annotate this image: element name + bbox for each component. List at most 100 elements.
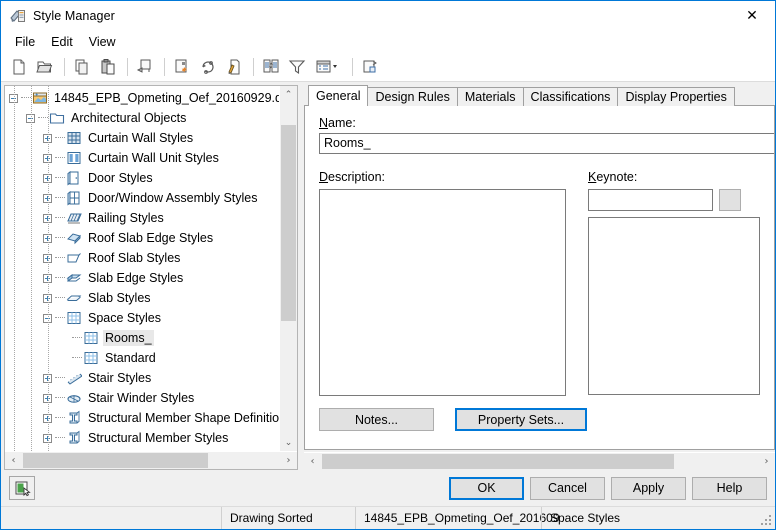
detail-scroll-left-icon[interactable]: ‹ [304,453,321,470]
tree-item[interactable]: Curtain Wall Styles [5,128,279,148]
tree-item-label: Roof Slab Styles [88,251,181,265]
tree-connector [38,117,48,119]
tree-item[interactable]: 14845_EPB_Opmeting_Oef_20160929.dwg [5,88,279,108]
tree-horizontal-scrollbar[interactable]: ‹ › [5,451,297,469]
space-icon [66,310,82,326]
dialog-body: 14845_EPB_Opmeting_Oef_20160929.dwg Archi… [1,82,775,470]
property-sets-button[interactable]: Property Sets... [455,408,587,431]
tab-classifications[interactable]: Classifications [522,87,619,106]
tree-item[interactable]: Curtain Wall Unit Styles [5,148,279,168]
purge-styles-icon[interactable] [196,55,220,79]
tree-item[interactable]: Rooms_ [5,328,279,348]
tree-item[interactable]: Stair Styles [5,368,279,388]
menu-view[interactable]: View [81,33,124,51]
apply-button[interactable]: Apply [611,476,686,500]
tree-item-label: Architectural Objects [71,111,187,125]
hscroll-track[interactable] [22,452,280,469]
tree-item[interactable]: Railing Styles [5,208,279,228]
style-tree-panel: 14845_EPB_Opmeting_Oef_20160929.dwg Archi… [4,85,298,470]
tree-item[interactable]: Roof Slab Edge Styles [5,228,279,248]
detail-hscroll-thumb[interactable] [322,454,674,469]
paste-icon[interactable] [96,55,120,79]
inline-edit-icon[interactable] [358,55,382,79]
tree-item-label: Curtain Wall Unit Styles [88,151,219,165]
tree-item[interactable]: Space Styles [5,308,279,328]
notes-button[interactable]: Notes... [319,408,434,431]
drawing-icon [32,90,48,106]
tab-materials[interactable]: Materials [456,87,524,106]
tree-item[interactable]: Slab Styles [5,288,279,308]
title-bar: Style Manager ✕ [1,1,775,31]
detail-horizontal-scrollbar[interactable]: ‹ › [304,452,775,470]
curtain-wall-unit-icon [66,150,82,166]
filter-style-type-icon[interactable] [285,55,309,79]
keynote-input[interactable] [588,189,713,211]
tree-item[interactable]: Roof Slab Styles [5,248,279,268]
general-tab-page: Name: Name: Description: Description: Ke… [304,105,775,450]
detail-scroll-right-icon[interactable]: › [758,453,775,470]
help-button[interactable]: Help [692,476,767,500]
description-textarea[interactable] [319,189,566,396]
window-title: Style Manager [33,9,115,23]
vscroll-thumb[interactable] [281,125,296,321]
set-from-icon[interactable] [222,55,246,79]
tab-display-properties[interactable]: Display Properties [617,87,735,106]
keynote-display-box[interactable] [588,217,760,395]
toggle-view-icon[interactable] [259,55,283,79]
tree-item-label: Slab Edge Styles [88,271,184,285]
status-bar: Drawing Sorted 14845_EPB_Opmeting_Oef_201… [1,506,775,529]
new-drawing-icon[interactable] [7,55,31,79]
inline-edit-toggle-icon[interactable] [9,476,35,500]
open-drawing-icon[interactable] [33,55,57,79]
tree-item[interactable]: Structural Member Styles [5,428,279,448]
tab-general[interactable]: General [308,85,369,106]
tree-item[interactable]: Standard [5,348,279,368]
tree-vertical-scrollbar[interactable]: ⌃ ⌄ [279,86,297,451]
tree-item-label: Door/Window Assembly Styles [88,191,258,205]
cancel-button[interactable]: Cancel [530,476,605,500]
status-cell [1,507,221,529]
scroll-left-icon[interactable]: ‹ [5,452,22,469]
copy-icon[interactable] [70,55,94,79]
tree-item[interactable]: Architectural Objects [5,108,279,128]
view-options-icon[interactable] [311,55,345,79]
slab-edge-icon [66,270,82,286]
scroll-right-icon[interactable]: › [280,452,297,469]
menu-edit[interactable]: Edit [43,33,81,51]
tree-item-label: Railing Styles [88,211,164,225]
hscroll-thumb[interactable] [23,453,208,468]
tree-connector [55,317,65,319]
name-input[interactable] [319,133,774,154]
door-icon [66,170,82,186]
style-tree[interactable]: 14845_EPB_Opmeting_Oef_20160929.dwg Archi… [5,86,279,451]
roof-slab-icon [66,250,82,266]
folder-icon [49,110,65,126]
keynote-browse-button[interactable] [719,189,741,211]
tree-item[interactable]: Slab Edge Styles [5,268,279,288]
tree-item[interactable]: Structural Member Shape Definitions [5,408,279,428]
scroll-down-icon[interactable]: ⌄ [280,434,297,451]
new-style-icon[interactable] [170,55,194,79]
tab-design-rules[interactable]: Design Rules [367,87,458,106]
detail-hscroll-track[interactable] [321,453,758,470]
close-icon[interactable]: ✕ [729,1,775,30]
tree-item[interactable]: Door Styles [5,168,279,188]
tree-connector [72,357,82,359]
toolbar-separator [164,58,165,76]
toolbar-separator [127,58,128,76]
description-label: Description: [319,170,386,184]
scroll-up-icon[interactable]: ⌃ [280,86,297,103]
tree-item-label: Roof Slab Edge Styles [88,231,214,245]
toolbar-separator [253,58,254,76]
tree-guide-line [31,86,32,451]
ok-button[interactable]: OK [449,476,524,500]
tree-item-label: Door Styles [88,171,153,185]
edit-style-icon[interactable] [133,55,157,79]
tree-item[interactable]: Door/Window Assembly Styles [5,188,279,208]
resize-grip[interactable] [761,515,773,527]
vscroll-track[interactable] [280,103,297,434]
menu-file[interactable]: File [7,33,43,51]
tree-item[interactable]: Stair Winder Styles [5,388,279,408]
tree-item-label: Structural Member Shape Definitions [88,411,279,425]
